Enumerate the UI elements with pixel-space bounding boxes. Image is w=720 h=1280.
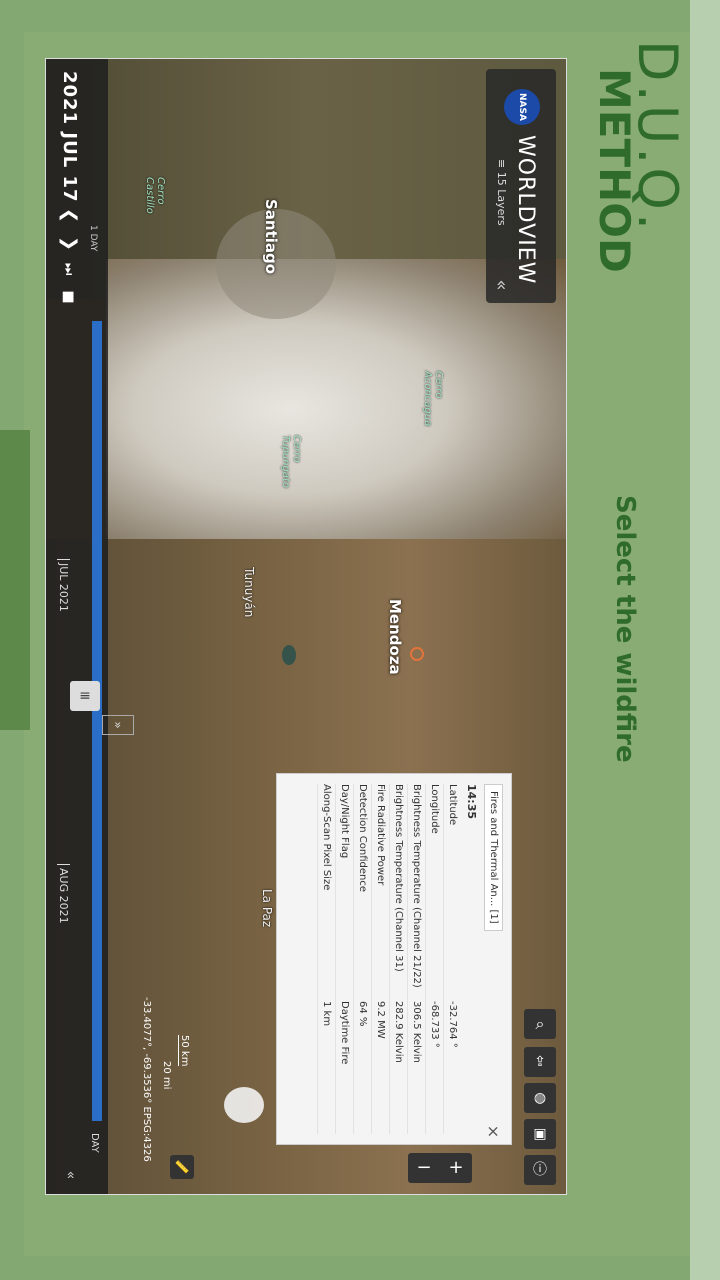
scale-km: 50 km xyxy=(178,1035,190,1067)
popup-time: 14:35 xyxy=(465,784,478,820)
label-tunuyan: Tunuyán xyxy=(242,567,256,618)
popup-row-label: Longitude xyxy=(429,784,440,834)
popup-row-label: Fire Radiative Power xyxy=(375,784,386,886)
info-icon[interactable]: ⓘ xyxy=(524,1155,556,1185)
month-label-aug: AUG 2021 xyxy=(57,864,70,924)
timeline-collapse-icon[interactable]: « xyxy=(62,1171,78,1180)
ruler-icon[interactable]: 📏 xyxy=(170,1155,194,1179)
popup-row-value: -68.733 ° xyxy=(429,1001,440,1048)
popup-row-label: Along-Scan Pixel Size xyxy=(321,784,332,891)
popup-row: Longitude -68.733 ° xyxy=(425,784,443,1134)
projection-value: EPSG:4326 xyxy=(141,1106,152,1162)
popup-row-value: -32.764 ° xyxy=(447,1001,458,1048)
scale-mi: 20 mi xyxy=(161,1061,172,1090)
popup-row-value: Daytime Fire xyxy=(339,1001,350,1065)
worldview-header: NASA WORLDVIEW ≡ 15 Layers « xyxy=(486,69,556,303)
popup-row: Day/Night Flag Daytime Fire xyxy=(335,784,353,1134)
popup-row: Detection Confidence 64 % xyxy=(353,784,371,1134)
popup-row: Latitude -32.764 ° xyxy=(443,784,461,1134)
collapse-chevron-icon[interactable]: « xyxy=(488,275,512,295)
popup-content: Fires and Thermal An... [1] 14:35 Latitu… xyxy=(277,774,511,1144)
popup-row-label: Brightness Temperature (Channel 21/22) xyxy=(411,784,422,988)
popup-row: Brightness Temperature (Channel 21/22) 30… xyxy=(407,784,425,1134)
lake xyxy=(282,645,296,665)
popup-row-label: Day/Night Flag xyxy=(339,784,350,859)
worldview-screenshot: Santiago Mendoza Tunuyán La Paz Cerro Ac… xyxy=(45,58,567,1195)
next-day-icon[interactable]: ❯ xyxy=(59,236,80,251)
timeline-controls: ❮ ❯ ⏭ ■ xyxy=(50,201,90,321)
zoom-controls: − + xyxy=(408,1153,472,1183)
zoom-out-button[interactable]: − xyxy=(408,1153,440,1183)
popup-row-value: 282.9 Kelvin xyxy=(393,1001,404,1063)
app-name: WORLDVIEW xyxy=(513,135,538,285)
timeline-expand-chevron-icon[interactable]: » xyxy=(102,715,134,735)
nasa-logo-icon: NASA xyxy=(504,89,540,125)
animate-video-icon[interactable]: ■ xyxy=(61,290,77,303)
nasa-badge-text: NASA xyxy=(517,93,527,121)
popup-row: Along-Scan Pixel Size 1 km xyxy=(317,784,335,1134)
coordinates-readout: -33.4077°, -69.3536° EPSG:4326 xyxy=(141,997,152,1162)
label-cerro-castillo: Cerro Castillo xyxy=(144,177,166,214)
snowy-andes xyxy=(106,259,566,559)
frame-leaf-decoration-right xyxy=(690,0,720,1280)
popup-row-value: 9.2 MW xyxy=(375,1001,386,1039)
popup-rows: Latitude -32.764 ° Longitude -68.733 ° Brigh… xyxy=(317,784,461,1134)
timeline-zoom-label[interactable]: DAY xyxy=(89,1133,100,1153)
popup-row-value: 1 km xyxy=(321,1001,332,1027)
timeline-handle[interactable]: ≡ xyxy=(70,681,100,711)
brand-title-line2: METHOD xyxy=(590,68,639,273)
layers-label: 15 Layers xyxy=(495,171,508,226)
feature-popup: × Fires and Thermal An... [1] 14:35 Lati… xyxy=(276,773,512,1145)
timeline-track[interactable] xyxy=(92,321,102,1121)
popup-row-label: Latitude xyxy=(447,784,458,826)
share-icon[interactable]: ⇪ xyxy=(524,1047,556,1077)
frame-leaf-decoration xyxy=(0,430,30,730)
month-label-jul: JUL 2021 xyxy=(57,559,70,612)
camera-icon[interactable]: ▣ xyxy=(524,1119,556,1149)
label-cerro-tupungato: Cerro Tupungato xyxy=(280,435,302,488)
layers-toggle[interactable]: ≡ 15 Layers xyxy=(495,159,508,226)
coordinates-value: -33.4077°, -69.3536° xyxy=(141,997,152,1104)
timeline: 2021 JUL 17 1 DAY ❮ ❯ ⏭ ■ JUL 2021 AUG 2… xyxy=(46,59,108,1194)
skip-to-today-icon[interactable]: ⏭ xyxy=(60,263,76,276)
popup-row: Fire Radiative Power 9.2 MW xyxy=(371,784,389,1134)
date-day[interactable]: 17 xyxy=(59,175,80,202)
zoom-in-button[interactable]: + xyxy=(440,1153,472,1183)
tool-buttons: ⌕ ⇪ ◍ ▣ ⓘ xyxy=(524,1009,558,1189)
instruction-text: Select the wildfire xyxy=(610,495,640,763)
label-mendoza: Mendoza xyxy=(386,599,404,675)
popup-row-value: 306.5 Kelvin xyxy=(411,1001,422,1063)
popup-row-value: 64 % xyxy=(357,1001,368,1027)
previous-day-icon[interactable]: ❮ xyxy=(59,208,80,223)
date-month[interactable]: JUL xyxy=(59,132,80,168)
popup-title[interactable]: Fires and Thermal An... [1] xyxy=(484,784,503,931)
search-icon[interactable]: ⌕ xyxy=(524,1009,556,1039)
brand-title: D.U.Q. METHOD xyxy=(580,40,690,330)
label-santiago: Santiago xyxy=(262,199,280,275)
date-selector[interactable]: 2021 JUL 17 xyxy=(59,71,80,203)
popup-row-label: Brightness Temperature (Channel 31) xyxy=(393,784,404,972)
globe-icon[interactable]: ◍ xyxy=(524,1083,556,1113)
cloud xyxy=(224,1087,264,1123)
popup-row: Brightness Temperature (Channel 31) 282.9… xyxy=(389,784,407,1134)
layers-icon: ≡ xyxy=(495,159,508,172)
popup-row-label: Detection Confidence xyxy=(357,784,368,892)
wildfire-marker[interactable] xyxy=(410,647,424,661)
label-la-paz: La Paz xyxy=(260,889,274,928)
label-cerro-aconcagua: Cerro Aconcagua xyxy=(422,371,444,427)
date-year[interactable]: 2021 xyxy=(59,71,80,125)
